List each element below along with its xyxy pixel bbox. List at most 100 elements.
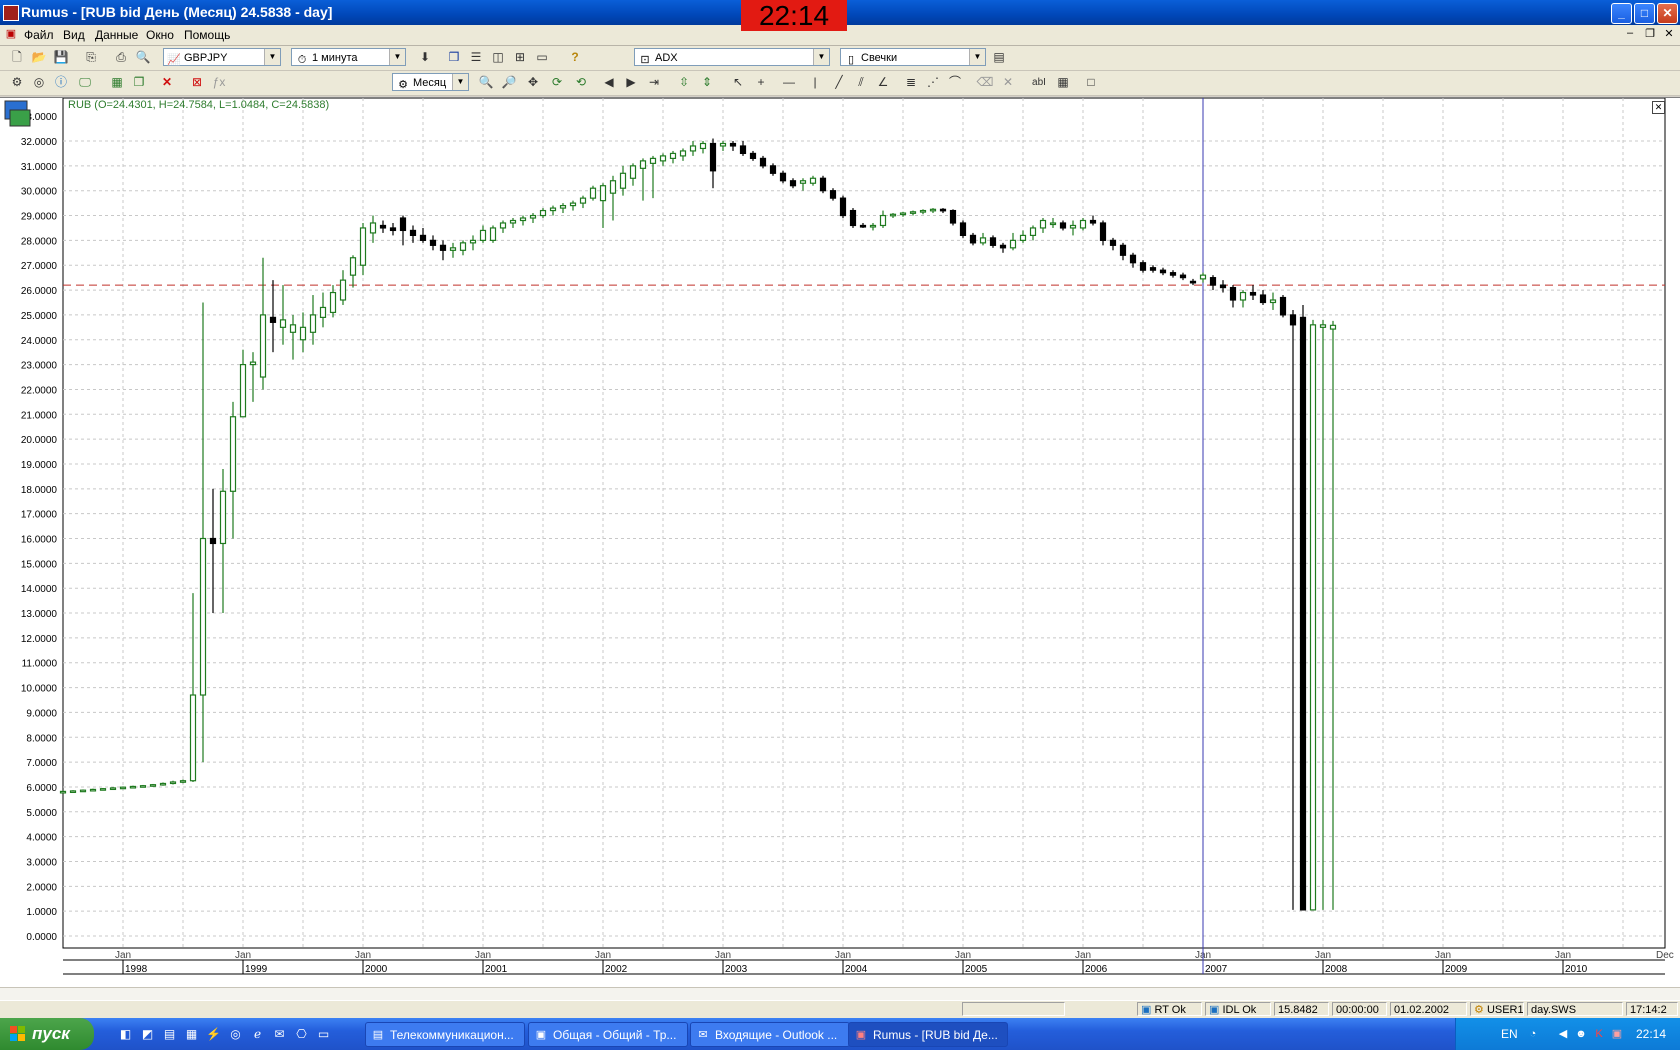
minimize-button[interactable]: _ [1611,3,1632,24]
quicklaunch-icon-10[interactable]: ▭ [316,1027,331,1042]
scroll-left-icon[interactable]: ◀ [600,74,618,91]
trendline-icon[interactable]: ╱ [830,74,848,91]
save-icon[interactable]: 💾 [52,49,70,66]
tray-icon-3[interactable]: ☻ [1574,1027,1588,1041]
monitor-icon[interactable]: 🖵 [76,74,94,91]
indicator-select[interactable]: ⊡ ADX ▼ [634,48,830,66]
new-file-icon[interactable]: 🗋 [8,49,26,66]
quicklaunch-icon-6[interactable]: ◎ [228,1027,243,1042]
mdi-restore-button[interactable]: ❐ [1643,27,1657,40]
remove-all-icon[interactable]: ✕ [999,74,1017,91]
task-button-4[interactable]: ▣ Rumus - [RUB bid Де... [848,1022,1008,1047]
angle-icon[interactable]: ∠ [874,74,892,91]
fit-icon[interactable]: ⇕ [698,74,716,91]
chevron-down-icon[interactable]: ▼ [813,49,829,65]
fan-icon[interactable]: ⋰ [924,74,942,91]
download-icon[interactable]: ⬇ [416,49,434,66]
horizontal-line-icon[interactable]: — [780,74,798,91]
delete-icon[interactable]: ✕ [158,74,176,91]
candle-body [459,242,467,251]
info-icon[interactable]: ⓘ [52,74,70,91]
quicklaunch-icon-5[interactable]: ⚡ [206,1027,221,1042]
tray-back-icon[interactable]: ◀ [1556,1027,1570,1041]
channel-icon[interactable]: ⫽ [852,74,870,91]
move-icon[interactable]: ✥ [524,74,542,91]
cascade-windows-icon[interactable]: ❒ [445,49,463,66]
scroll-right-icon[interactable]: ▶ [622,74,640,91]
signal-icon[interactable]: ◎ [30,74,48,91]
close-button[interactable]: ✕ [1657,3,1678,24]
quicklaunch-icon-3[interactable]: ▤ [162,1027,177,1042]
copy-table-icon[interactable]: ❐ [130,74,148,91]
refresh-icon[interactable]: ⟳ [548,74,566,91]
chevron-down-icon[interactable]: ▼ [452,74,468,90]
menu-file[interactable]: Файл [24,28,54,42]
mdi-minimize-button[interactable]: – [1623,27,1637,39]
grid-icon[interactable]: ▦ [1054,74,1072,91]
task-button-3[interactable]: ✉ Входящие - Outlook ... [690,1022,850,1047]
rectangle-icon[interactable]: □ [1082,74,1100,91]
chart-type-select[interactable]: ▯ Свечки ▼ [840,48,986,66]
text-tool[interactable]: abI [1028,74,1050,91]
fibonacci-icon[interactable]: ≣ [902,74,920,91]
erase-icon[interactable]: ⌫ [976,74,994,91]
window-icon[interactable]: ▭ [533,49,551,66]
quicklaunch-icon-2[interactable]: ◩ [140,1027,155,1042]
autoscale-icon[interactable]: ⇳ [675,74,693,91]
tile-grid-icon[interactable]: ⊞ [511,49,529,66]
maximize-button[interactable]: □ [1634,3,1655,24]
clear-fx-icon[interactable]: ƒx [210,74,228,91]
zoom-out-icon[interactable]: 🔎 [500,74,518,91]
arcs-icon[interactable]: ⌒ [946,74,964,91]
x-month-label: Jan [595,950,611,961]
vertical-line-icon[interactable]: | [806,74,824,91]
print-preview-icon[interactable]: 🔍 [134,49,152,66]
chart-close-icon[interactable]: ✕ [1652,101,1665,114]
crosshair-icon[interactable]: + [752,74,770,91]
mdi-close-button[interactable]: ✕ [1662,27,1676,40]
chevron-down-icon[interactable]: ▼ [389,49,405,65]
chevron-down-icon[interactable]: ▼ [264,49,280,65]
tray-icon-5[interactable]: ▣ [1610,1027,1624,1041]
chevron-down-icon[interactable]: ▼ [969,49,985,65]
task-button-2[interactable]: ▣ Общая - Общий - Тр... [528,1022,688,1047]
chart-corner-icon[interactable] [4,100,34,128]
table-icon[interactable]: ▦ [108,74,126,91]
open-template-icon[interactable]: ⎘ [82,49,100,66]
refresh-all-icon[interactable]: ⟲ [572,74,590,91]
tile-horizontal-icon[interactable]: ☰ [467,49,485,66]
delete-object-icon[interactable]: ⊠ [188,74,206,91]
period-select[interactable]: ⚙ Месяц ▼ [392,73,469,91]
horizontal-scrollbar[interactable] [0,987,1680,1000]
zoom-in-icon[interactable]: 🔍 [477,74,495,91]
chart-panel[interactable]: 32.0000 31.0000 30.0000 29.0000 28.0000 27.00… [0,97,1680,988]
interval-select[interactable]: ⏱ 1 минута ▼ [291,48,406,66]
price-chart[interactable]: 32.0000 31.0000 30.0000 29.0000 28.0000 27.00… [0,98,1680,988]
quicklaunch-icon-4[interactable]: ▦ [184,1027,199,1042]
candle-body [599,185,607,202]
language-indicator[interactable]: EN [1501,1027,1518,1041]
menu-window[interactable]: Окно [146,28,174,42]
app-icon[interactable] [3,5,19,21]
print-icon[interactable]: ⎙ [112,49,130,66]
menu-data[interactable]: Данные [95,28,138,42]
quicklaunch-icon-1[interactable]: ◧ [118,1027,133,1042]
quicklaunch-icon-8[interactable]: ✉ [272,1027,287,1042]
kaspersky-icon[interactable]: K [1592,1027,1606,1041]
task-button-1[interactable]: ▤ Телекоммуникацион... [365,1022,525,1047]
tray-icon-1[interactable]: ◔ [1526,1027,1540,1041]
start-button[interactable]: пуск [0,1018,94,1050]
doc-icon[interactable]: ▣ [4,27,18,40]
scroll-end-icon[interactable]: ⇥ [645,74,663,91]
open-folder-icon[interactable]: 📂 [30,49,48,66]
menu-view[interactable]: Вид [63,28,85,42]
tile-vertical-icon[interactable]: ◫ [489,49,507,66]
ie-icon[interactable]: ℯ [250,1027,265,1042]
cursor-icon[interactable]: ↖ [729,74,747,91]
help-icon[interactable]: ? [566,49,584,66]
quicklaunch-icon-9[interactable]: ⎔ [294,1027,309,1042]
symbol-select[interactable]: 📈 GBPJPY ▼ [163,48,281,66]
properties-icon[interactable]: ▤ [990,49,1008,66]
settings-gear-icon[interactable]: ⚙ [8,74,26,91]
menu-help[interactable]: Помощь [184,28,230,42]
